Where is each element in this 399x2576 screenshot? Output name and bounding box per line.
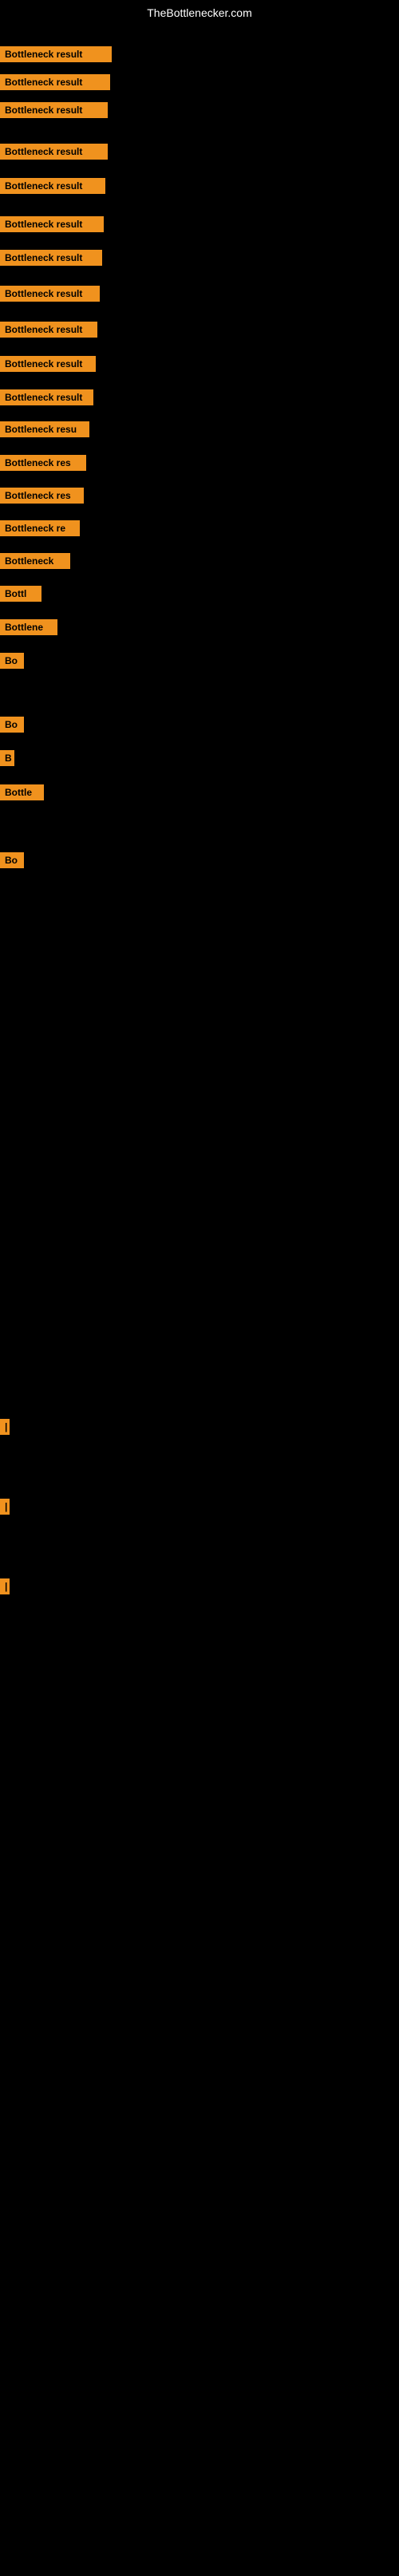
bottleneck-label: Bottleneck result xyxy=(0,322,97,338)
bottleneck-label: Bottleneck resu xyxy=(0,421,89,437)
bottleneck-label: Bottleneck result xyxy=(0,286,100,302)
bottleneck-result-row: Bottleneck result xyxy=(0,322,399,342)
bottleneck-label: Bottleneck result xyxy=(0,46,112,62)
bottleneck-result-row: Bottle xyxy=(0,784,399,804)
bottleneck-label: Bottleneck res xyxy=(0,488,84,504)
bottleneck-result-row: Bottleneck xyxy=(0,553,399,573)
bottleneck-result-row: Bottleneck result xyxy=(0,356,399,376)
bottleneck-result-row: Bottleneck result xyxy=(0,178,399,198)
bottleneck-result-row: | xyxy=(0,1419,399,1439)
bottleneck-label: Bottleneck res xyxy=(0,455,86,471)
bottleneck-label: B xyxy=(0,750,14,766)
bottleneck-label: | xyxy=(0,1578,10,1594)
bottleneck-result-row: Bottleneck result xyxy=(0,389,399,409)
bottleneck-label: Bottleneck result xyxy=(0,144,108,160)
bottleneck-result-row: Bottleneck result xyxy=(0,216,399,236)
bottleneck-label: Bottlene xyxy=(0,619,57,635)
bottleneck-result-row: Bottleneck re xyxy=(0,520,399,540)
site-title: TheBottlenecker.com xyxy=(0,0,399,22)
bottleneck-result-row: Bottl xyxy=(0,586,399,606)
bottleneck-label: Bottl xyxy=(0,586,41,602)
bottleneck-result-row: Bottleneck result xyxy=(0,286,399,306)
bottleneck-result-row: Bo xyxy=(0,717,399,737)
bottleneck-label: Bottleneck result xyxy=(0,216,104,232)
bottleneck-label: Bottleneck result xyxy=(0,102,108,118)
bottleneck-result-row: Bottleneck result xyxy=(0,74,399,94)
bottleneck-label: | xyxy=(0,1499,10,1515)
bottleneck-result-row: Bottleneck result xyxy=(0,144,399,164)
bottleneck-result-row: Bottleneck res xyxy=(0,455,399,475)
bottleneck-result-row: Bottleneck result xyxy=(0,250,399,270)
bottleneck-result-row: Bo xyxy=(0,653,399,673)
bottleneck-result-row: Bottlene xyxy=(0,619,399,639)
bottleneck-label: Bottleneck result xyxy=(0,356,96,372)
bottleneck-label: Bottleneck re xyxy=(0,520,80,536)
bottleneck-result-row: B xyxy=(0,750,399,770)
bottleneck-label: Bo xyxy=(0,852,24,868)
bottleneck-label: Bottleneck result xyxy=(0,178,105,194)
bottleneck-result-row: Bo xyxy=(0,852,399,872)
bottleneck-result-row: | xyxy=(0,1578,399,1598)
bottleneck-result-row: Bottleneck res xyxy=(0,488,399,508)
bottleneck-label: Bottle xyxy=(0,784,44,800)
bottleneck-label: Bottleneck result xyxy=(0,250,102,266)
bottleneck-label: Bottleneck result xyxy=(0,74,110,90)
bottleneck-label: Bottleneck result xyxy=(0,389,93,405)
bottleneck-result-row: Bottleneck resu xyxy=(0,421,399,441)
bottleneck-result-row: Bottleneck result xyxy=(0,46,399,66)
bottleneck-label: Bo xyxy=(0,717,24,733)
bottleneck-result-row: | xyxy=(0,1499,399,1519)
bottleneck-label: Bo xyxy=(0,653,24,669)
bottleneck-result-row: Bottleneck result xyxy=(0,102,399,122)
bottleneck-label: Bottleneck xyxy=(0,553,70,569)
bottleneck-label: | xyxy=(0,1419,10,1435)
